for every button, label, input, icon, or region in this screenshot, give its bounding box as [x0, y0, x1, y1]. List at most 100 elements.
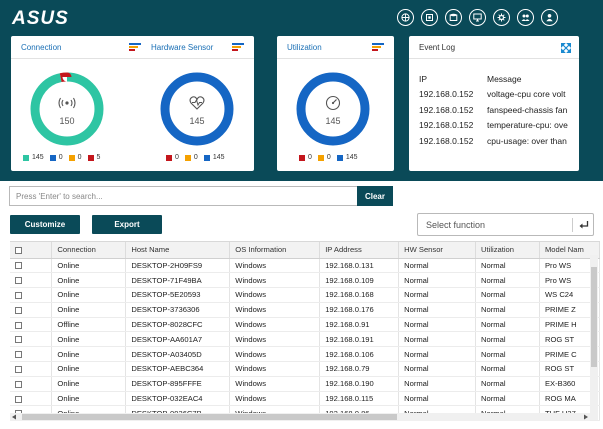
event-log-ip: 192.168.0.152 [419, 89, 474, 100]
search-input[interactable] [9, 186, 357, 206]
column-header[interactable]: OS Information [229, 242, 321, 259]
legend-swatch [299, 154, 305, 161]
network-icon[interactable] [397, 9, 414, 26]
table-row[interactable]: Online DESKTOP-71F49BA Windows 192.168.0.10… [10, 272, 600, 289]
event-log-col-message: Message [487, 73, 522, 84]
user-group-icon[interactable] [517, 9, 534, 26]
legend-item: 0 [49, 154, 63, 161]
table-cell: DESKTOP-2H09FS9 [125, 258, 231, 274]
utilization-menu-icon[interactable] [372, 43, 384, 53]
row-checkbox[interactable] [15, 277, 22, 285]
row-checkbox[interactable] [15, 365, 22, 373]
row-select-cell [10, 258, 53, 274]
select-all-checkbox[interactable] [15, 246, 22, 254]
hardware-menu-icon[interactable] [232, 43, 244, 53]
table-cell: Normal [398, 258, 477, 274]
connection-donut-chart: 150 [30, 72, 104, 146]
horizontal-scroll-thumb[interactable] [22, 414, 397, 420]
user-icon[interactable] [541, 9, 558, 26]
vertical-scroll-thumb[interactable] [591, 267, 597, 367]
scroll-right-icon[interactable] [583, 414, 589, 420]
event-log-row[interactable]: 192.168.0.152 fanspeed-chassis fan [419, 102, 577, 118]
column-header[interactable]: IP Address [319, 242, 400, 259]
table-cell: Normal [398, 317, 477, 333]
table-row[interactable]: Online DESKTOP-2H09FS9 Windows 192.168.0.13… [10, 258, 600, 274]
device-table: Connection Host Name OS Information IP Addr… [10, 242, 600, 421]
table-row[interactable]: Online DESKTOP-3736306 Windows 192.168.0.17… [10, 302, 600, 318]
customize-button[interactable]: Customize [10, 215, 80, 234]
row-select-cell [10, 331, 53, 348]
table-cell: 192.168.0.79 [319, 361, 400, 377]
table-cell: DESKTOP-71F49BA [125, 272, 231, 289]
table-cell: Windows [229, 258, 321, 274]
row-checkbox[interactable] [15, 262, 22, 270]
row-checkbox[interactable] [15, 306, 22, 314]
table-cell: Windows [229, 317, 321, 333]
table-cell: Windows [229, 272, 321, 289]
column-header[interactable]: Utilization [475, 242, 540, 259]
gear-icon[interactable] [493, 9, 510, 26]
event-log-header: IP Message [419, 71, 577, 87]
connection-legend: 145 0 0 5 [23, 154, 100, 161]
table-row[interactable]: Offline DESKTOP-8028CFC Windows 192.168.0.9… [10, 317, 600, 333]
legend-swatch [68, 154, 75, 161]
row-checkbox[interactable] [15, 336, 22, 344]
table-horizontal-scrollbar[interactable] [10, 413, 590, 421]
monitor-icon[interactable] [469, 9, 486, 26]
table-cell: Online [51, 331, 127, 348]
table-cell: Normal [398, 331, 477, 348]
donut-center-value: 145 [325, 116, 340, 126]
export-button[interactable]: Export [92, 215, 162, 234]
column-header[interactable]: HW Sensor [398, 242, 477, 259]
database-icon[interactable] [445, 9, 462, 26]
table-cell: Windows [229, 376, 321, 392]
table-cell: Windows [229, 361, 321, 377]
app-window: ASUS Connection 150 145 0 0 5 Hardware Sens… [0, 0, 603, 429]
table-cell: Normal [475, 258, 540, 274]
legend-item: 145 [23, 154, 44, 161]
table-cell: DESKTOP-3736306 [125, 302, 231, 318]
expand-icon[interactable] [561, 43, 571, 53]
heart-pulse-icon [189, 96, 205, 110]
event-log-row[interactable]: 192.168.0.152 temperature-cpu: ove [419, 118, 577, 134]
table-cell: Normal [398, 287, 477, 303]
column-header[interactable]: Connection [51, 242, 127, 259]
table-cell: Normal [475, 391, 540, 407]
table-row[interactable]: Online DESKTOP-895FFFE Windows 192.168.0.19… [10, 376, 600, 392]
legend-label: 0 [326, 154, 331, 161]
enter-icon[interactable] [579, 220, 589, 230]
legend-label: 145 [32, 154, 44, 161]
row-checkbox[interactable] [15, 321, 22, 329]
row-checkbox[interactable] [15, 380, 22, 388]
select-function-dropdown[interactable]: Select function [417, 213, 594, 236]
legend-item: 0 [299, 154, 312, 161]
table-row[interactable]: Online DESKTOP-AEBC364 Windows 192.168.0.79… [10, 361, 600, 377]
row-select-cell [10, 272, 53, 289]
column-header[interactable]: Host Name [125, 242, 231, 259]
table-row[interactable]: Online DESKTOP-032EAC4 Windows 192.168.0.11… [10, 391, 600, 407]
legend-label: 0 [58, 154, 63, 161]
row-checkbox[interactable] [15, 291, 22, 299]
table-cell: Normal [398, 391, 477, 407]
scroll-left-icon[interactable] [11, 414, 17, 420]
table-row[interactable]: Online DESKTOP-5E20593 Windows 192.168.0.16… [10, 287, 600, 303]
utilization-card: Utilization 145 0 0 145 [277, 36, 394, 171]
row-select-cell [10, 346, 53, 363]
device-table-container: Connection Host Name OS Information IP Addr… [10, 241, 600, 421]
table-cell: Windows [229, 331, 321, 348]
clear-button[interactable]: Clear [357, 186, 393, 206]
event-log-row[interactable]: 192.168.0.152 voltage-cpu core volt [419, 87, 577, 103]
table-row[interactable]: Online DESKTOP-AA601A7 Windows 192.168.0.19… [10, 331, 600, 348]
hardware-icon[interactable] [421, 9, 438, 26]
row-checkbox[interactable] [15, 351, 22, 359]
connection-menu-icon[interactable] [129, 43, 141, 53]
table-cell: 192.168.0.131 [319, 258, 400, 274]
row-checkbox[interactable] [15, 395, 22, 403]
legend-label: 145 [345, 154, 358, 161]
event-log-row[interactable]: 192.168.0.152 cpu-usage: over than [419, 133, 577, 149]
table-row[interactable]: Online DESKTOP-A03405D Windows 192.168.0.10… [10, 346, 600, 363]
table-vertical-scrollbar[interactable] [590, 255, 598, 420]
row-select-cell [10, 287, 53, 303]
legend-swatch [23, 154, 29, 161]
signal-icon [58, 97, 76, 109]
